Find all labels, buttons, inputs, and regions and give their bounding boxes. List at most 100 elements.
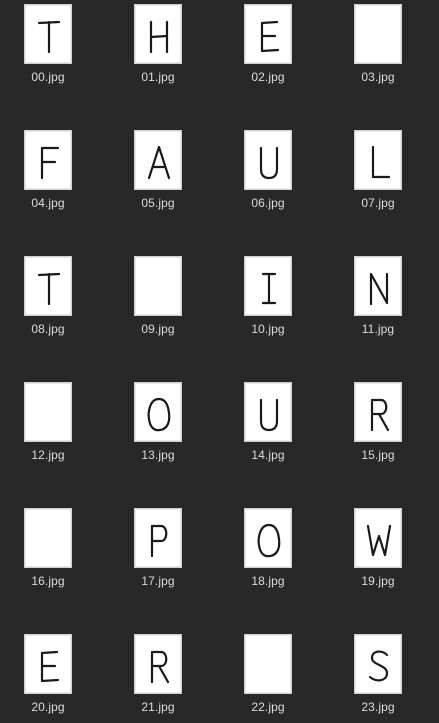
file-name[interactable]: 00.jpg <box>0 70 96 84</box>
file-name[interactable]: 07.jpg <box>330 196 426 210</box>
file-name[interactable]: 23.jpg <box>330 700 426 714</box>
image-thumbnail[interactable] <box>25 131 71 189</box>
file-name[interactable]: 22.jpg <box>220 700 316 714</box>
file-item[interactable]: 13.jpg <box>110 378 210 468</box>
handwritten-letter-t <box>37 20 61 54</box>
image-thumbnail[interactable] <box>355 383 401 441</box>
file-name[interactable]: 11.jpg <box>330 322 426 336</box>
file-item[interactable]: 18.jpg <box>220 504 320 594</box>
image-thumbnail[interactable] <box>355 635 401 693</box>
letter-stroke <box>371 145 391 179</box>
file-name[interactable]: 19.jpg <box>330 574 426 588</box>
letter-stroke <box>259 398 279 432</box>
image-thumbnail[interactable] <box>355 5 401 63</box>
file-item[interactable]: 16.jpg <box>0 504 100 594</box>
image-thumbnail[interactable] <box>355 509 401 567</box>
file-item[interactable]: 19.jpg <box>330 504 430 594</box>
letter-stroke <box>261 272 277 305</box>
file-item[interactable]: 11.jpg <box>330 252 430 342</box>
handwritten-letter-h <box>149 20 169 54</box>
file-item[interactable]: 15.jpg <box>330 378 430 468</box>
image-thumbnail[interactable] <box>245 257 291 315</box>
letter-stroke <box>259 146 279 180</box>
file-item[interactable]: 09.jpg <box>110 252 210 342</box>
handwritten-letter-a <box>147 145 171 180</box>
image-thumbnail[interactable] <box>245 5 291 63</box>
handwritten-letter-o <box>257 523 281 558</box>
file-name[interactable]: 04.jpg <box>0 196 96 210</box>
image-thumbnail[interactable] <box>135 257 181 315</box>
file-name[interactable]: 15.jpg <box>330 448 426 462</box>
file-item[interactable]: 14.jpg <box>220 378 320 468</box>
file-name[interactable]: 10.jpg <box>220 322 316 336</box>
file-item[interactable]: 22.jpg <box>220 630 320 720</box>
handwritten-letter-i <box>261 272 277 305</box>
letter-stroke <box>40 650 60 683</box>
image-thumbnail[interactable] <box>25 5 71 63</box>
file-grid: 00.jpg 01.jpg 02.jpg 03.jpg 04.jpg 05.jpg 06.j… <box>0 0 439 723</box>
image-thumbnail[interactable] <box>135 383 181 441</box>
file-item[interactable]: 12.jpg <box>0 378 100 468</box>
file-item[interactable]: 04.jpg <box>0 126 100 216</box>
file-name[interactable]: 18.jpg <box>220 574 316 588</box>
image-thumbnail[interactable] <box>25 509 71 567</box>
image-thumbnail[interactable] <box>25 635 71 693</box>
handwritten-letter-e <box>40 650 60 683</box>
image-thumbnail[interactable] <box>135 509 181 567</box>
file-name[interactable]: 21.jpg <box>110 700 206 714</box>
letter-stroke <box>147 145 171 180</box>
letter-stroke <box>150 650 170 684</box>
handwritten-letter-u <box>259 398 279 432</box>
handwritten-letter-r <box>150 650 170 684</box>
letter-stroke <box>260 20 280 53</box>
handwritten-letter-p <box>150 524 168 558</box>
file-name[interactable]: 17.jpg <box>110 574 206 588</box>
handwritten-letter-r <box>370 398 390 432</box>
file-name[interactable]: 13.jpg <box>110 448 206 462</box>
image-thumbnail[interactable] <box>25 257 71 315</box>
file-name[interactable]: 06.jpg <box>220 196 316 210</box>
file-name[interactable]: 03.jpg <box>330 70 426 84</box>
image-thumbnail[interactable] <box>135 131 181 189</box>
file-item[interactable]: 00.jpg <box>0 0 100 90</box>
file-item[interactable]: 05.jpg <box>110 126 210 216</box>
file-name[interactable]: 09.jpg <box>110 322 206 336</box>
file-item[interactable]: 23.jpg <box>330 630 430 720</box>
file-item[interactable]: 08.jpg <box>0 252 100 342</box>
handwritten-letter-w <box>366 524 392 557</box>
letter-stroke <box>257 523 281 558</box>
file-name[interactable]: 08.jpg <box>0 322 96 336</box>
file-item[interactable]: 06.jpg <box>220 126 320 216</box>
file-item[interactable]: 01.jpg <box>110 0 210 90</box>
file-item[interactable]: 10.jpg <box>220 252 320 342</box>
file-item[interactable]: 02.jpg <box>220 0 320 90</box>
handwritten-letter-f <box>40 146 60 180</box>
file-item[interactable]: 03.jpg <box>330 0 430 90</box>
file-name[interactable]: 20.jpg <box>0 700 96 714</box>
file-item[interactable]: 17.jpg <box>110 504 210 594</box>
image-thumbnail[interactable] <box>135 5 181 63</box>
image-thumbnail[interactable] <box>245 635 291 693</box>
file-item[interactable]: 20.jpg <box>0 630 100 720</box>
handwritten-letter-l <box>371 145 391 179</box>
file-name[interactable]: 05.jpg <box>110 196 206 210</box>
handwritten-letter-s <box>368 650 389 682</box>
file-name[interactable]: 16.jpg <box>0 574 96 588</box>
file-name[interactable]: 12.jpg <box>0 448 96 462</box>
image-thumbnail[interactable] <box>245 509 291 567</box>
image-thumbnail[interactable] <box>355 131 401 189</box>
letter-stroke <box>37 20 61 54</box>
image-thumbnail[interactable] <box>25 383 71 441</box>
letter-stroke <box>149 20 169 54</box>
image-thumbnail[interactable] <box>245 131 291 189</box>
file-name[interactable]: 01.jpg <box>110 70 206 84</box>
file-item[interactable]: 07.jpg <box>330 126 430 216</box>
letter-stroke <box>37 272 61 306</box>
file-name[interactable]: 14.jpg <box>220 448 316 462</box>
file-name[interactable]: 02.jpg <box>220 70 316 84</box>
handwritten-letter-n <box>369 272 389 306</box>
image-thumbnail[interactable] <box>135 635 181 693</box>
file-item[interactable]: 21.jpg <box>110 630 210 720</box>
image-thumbnail[interactable] <box>355 257 401 315</box>
image-thumbnail[interactable] <box>245 383 291 441</box>
